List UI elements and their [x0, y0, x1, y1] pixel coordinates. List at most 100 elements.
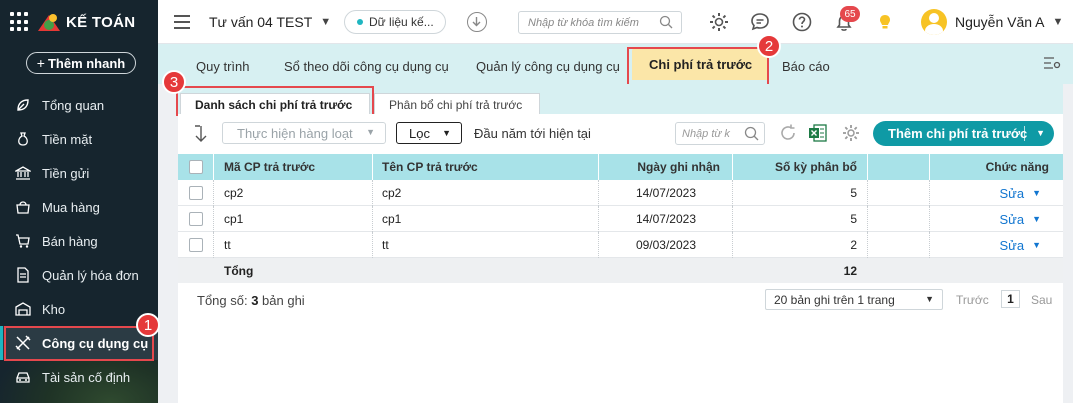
- highlight-sidebar-tools: [4, 326, 154, 361]
- edit-action[interactable]: Sửa ▼: [929, 206, 1041, 232]
- sidebar-item-cash[interactable]: Tiền mặt: [0, 122, 158, 156]
- record-count: Tổng số: 3 bản ghi: [197, 293, 305, 308]
- table-row[interactable]: cp2 cp2 14/07/2023 5 Sửa ▼: [178, 180, 1063, 206]
- prev-page-button[interactable]: Trước: [956, 293, 989, 307]
- cell-code: cp2: [224, 186, 244, 200]
- main-tabs: Quy trình Sổ theo dõi công cụ dụng cụ Qu…: [158, 44, 1073, 84]
- caret-down-icon[interactable]: ▼: [1036, 128, 1045, 138]
- sidebar-item-sales[interactable]: Bán hàng: [0, 224, 158, 258]
- money-bag-icon: [14, 130, 32, 148]
- bank-icon: [14, 164, 32, 182]
- cart-icon: [14, 232, 32, 250]
- caret-down-icon[interactable]: ▼: [1032, 214, 1041, 224]
- data-source-pill[interactable]: Dữ liệu kế...: [344, 10, 446, 34]
- plus-icon: +: [36, 55, 45, 71]
- shopping-bag-icon: [14, 198, 32, 216]
- excel-icon[interactable]: [808, 123, 828, 146]
- toolbar: Thực hiện hàng loạt ▼ Lọc ▼ Đầu năm tới …: [178, 114, 1063, 154]
- edit-action[interactable]: Sửa ▼: [929, 232, 1041, 258]
- invoice-icon: [14, 266, 32, 284]
- sidebar-item-warehouse[interactable]: Kho: [0, 292, 158, 326]
- step-badge-2: 2: [757, 34, 781, 58]
- status-dot: [357, 19, 363, 25]
- table-row[interactable]: tt tt 09/03/2023 2 Sửa ▼: [178, 232, 1063, 258]
- download-icon[interactable]: [467, 12, 487, 32]
- caret-down-icon[interactable]: ▼: [1032, 188, 1041, 198]
- tab-report[interactable]: Báo cáo: [782, 59, 830, 74]
- gear-icon[interactable]: [841, 123, 861, 146]
- cell-periods: 5: [850, 212, 857, 226]
- row-checkbox[interactable]: [189, 212, 203, 226]
- chat-icon[interactable]: [749, 11, 771, 33]
- app-grid-icon[interactable]: [10, 12, 30, 32]
- sidebar-item-overview[interactable]: Tổng quan: [0, 88, 158, 122]
- menu-icon[interactable]: [174, 15, 190, 29]
- list-search-input[interactable]: Nhập từ k: [675, 122, 765, 145]
- bulk-action-dropdown[interactable]: Thực hiện hàng loạt ▼: [222, 122, 386, 144]
- subtab-prepaid-allocation[interactable]: Phân bổ chi phí trả trước: [374, 93, 540, 115]
- right-edge: [1063, 84, 1073, 403]
- avatar: [921, 9, 947, 35]
- global-search-input[interactable]: Nhập từ khóa tìm kiếm: [518, 11, 682, 34]
- notification-badge: 65: [840, 6, 860, 22]
- column-header-actions: Chức năng: [985, 160, 1049, 174]
- tab-tool-ledger[interactable]: Sổ theo dõi công cụ dụng cụ: [284, 59, 449, 74]
- chevron-down-icon: ▼: [320, 16, 332, 28]
- sidebar-item-purchase[interactable]: Mua hàng: [0, 190, 158, 224]
- leaf-icon: [14, 96, 32, 114]
- sort-icon[interactable]: [192, 124, 210, 147]
- user-menu[interactable]: Nguyễn Văn A ▼: [921, 9, 1063, 35]
- period-label: Đầu năm tới hiện tại: [474, 126, 591, 141]
- tab-settings-icon[interactable]: [1043, 56, 1061, 70]
- cell-code: cp1: [224, 212, 244, 226]
- column-header-name[interactable]: Tên CP trả trước: [382, 154, 478, 180]
- quick-add-button[interactable]: + Thêm nhanh: [26, 52, 136, 74]
- caret-down-icon[interactable]: ▼: [1032, 240, 1041, 250]
- search-icon: [744, 126, 759, 144]
- step-badge-3: 3: [162, 70, 186, 94]
- current-page[interactable]: 1: [1001, 290, 1020, 308]
- caret-down-icon: ▼: [366, 127, 375, 137]
- table-row[interactable]: cp1 cp1 14/07/2023 5 Sửa ▼: [178, 206, 1063, 232]
- select-all-checkbox[interactable]: [189, 160, 203, 174]
- cell-periods: 2: [850, 238, 857, 252]
- column-header-periods[interactable]: Số kỳ phân bổ: [732, 154, 867, 180]
- help-icon[interactable]: [791, 11, 813, 33]
- next-page-button[interactable]: Sau: [1031, 293, 1052, 307]
- column-header-code[interactable]: Mã CP trả trước: [224, 154, 315, 180]
- brand: KẾ TOÁN: [0, 0, 158, 44]
- step-badge-1: 1: [136, 313, 160, 337]
- caret-down-icon: ▼: [442, 128, 451, 138]
- cell-name: cp2: [382, 186, 402, 200]
- table-footer: Tổng số: 3 bản ghi 20 bản ghi trên 1 tra…: [178, 283, 1063, 319]
- cell-date: 14/07/2023: [635, 186, 696, 200]
- column-header-date[interactable]: Ngày ghi nhận: [598, 154, 732, 180]
- row-checkbox[interactable]: [189, 186, 203, 200]
- company-selector[interactable]: Tư vấn 04 TEST ▼: [209, 14, 331, 30]
- quick-add-label: Thêm nhanh: [47, 55, 126, 71]
- sidebar-item-fixed-assets[interactable]: Tài sản cố định: [0, 360, 158, 394]
- add-prepaid-expense-button[interactable]: Thêm chi phí trả trước ▼: [873, 121, 1054, 146]
- edit-action[interactable]: Sửa ▼: [929, 180, 1041, 206]
- chevron-down-icon: ▼: [1052, 16, 1064, 28]
- refresh-icon[interactable]: [778, 123, 798, 146]
- cell-periods: 5: [850, 186, 857, 200]
- page-size-select[interactable]: 20 bản ghi trên 1 trang ▼: [765, 289, 943, 310]
- search-icon: [659, 15, 673, 32]
- sidebar-item-invoice[interactable]: Quản lý hóa đơn: [0, 258, 158, 292]
- car-icon: [14, 368, 32, 386]
- tab-tool-management[interactable]: Quản lý công cụ dụng cụ: [476, 59, 620, 74]
- gear-icon[interactable]: [708, 11, 730, 33]
- tab-process[interactable]: Quy trình: [196, 59, 249, 74]
- filter-button[interactable]: Lọc ▼: [396, 122, 462, 144]
- total-periods: 12: [843, 264, 857, 278]
- table-header-row: Mã CP trả trước Tên CP trả trước Ngày gh…: [178, 154, 1063, 180]
- user-name: Nguyễn Văn A: [955, 14, 1045, 30]
- total-label: Tổng: [224, 264, 254, 278]
- cell-date: 09/03/2023: [635, 238, 696, 252]
- lightbulb-icon[interactable]: [874, 11, 896, 33]
- sidebar-item-deposit[interactable]: Tiền gửi: [0, 156, 158, 190]
- table-total-row: Tổng 12: [178, 258, 1063, 284]
- caret-down-icon: ▼: [925, 294, 934, 304]
- row-checkbox[interactable]: [189, 238, 203, 252]
